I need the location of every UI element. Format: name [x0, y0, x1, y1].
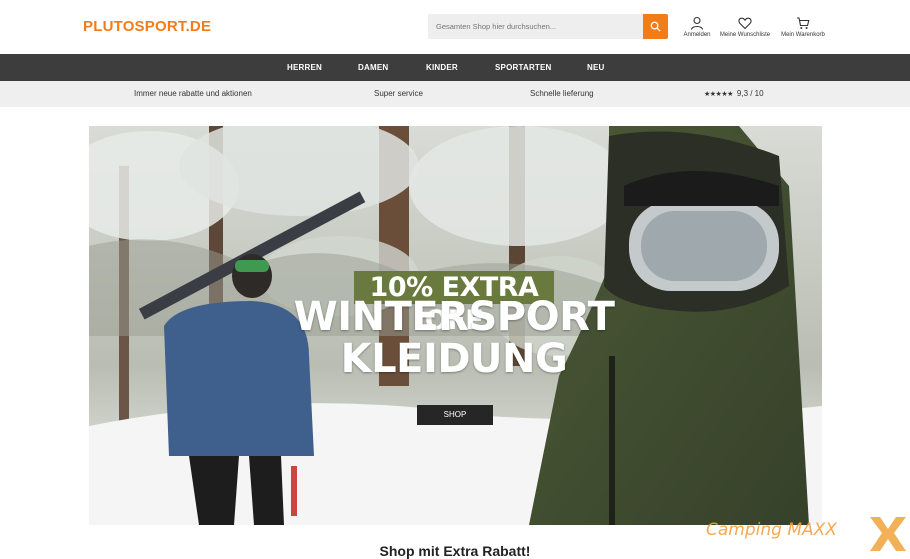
usp-item-service: Super service — [374, 89, 423, 98]
watermark-text: Camping MAXX — [706, 520, 837, 540]
search-icon — [650, 21, 661, 32]
usp-item-rabatte: Immer neue rabatte und aktionen — [134, 89, 252, 98]
search-button[interactable] — [643, 14, 668, 39]
cart-link[interactable]: Mein Warenkorb — [777, 16, 829, 38]
usp-bar: Immer neue rabatte und aktionen Super se… — [0, 81, 910, 107]
account-link[interactable]: Anmelden — [681, 16, 713, 38]
wishlist-label: Meine Wunschliste — [719, 32, 771, 38]
rating[interactable]: ★★★★★ 9,3 / 10 — [704, 81, 764, 107]
nav-item-herren[interactable]: HERREN — [287, 54, 322, 81]
nav-item-neu[interactable]: NEU — [587, 54, 605, 81]
rating-stars-icon: ★★★★★ — [704, 91, 733, 98]
heart-icon — [738, 17, 752, 30]
hero-title-line1: WINTERSPORT — [293, 294, 615, 340]
main-navigation: HERREN DAMEN KINDER SPORTARTEN NEU — [0, 54, 910, 81]
cart-icon — [797, 17, 810, 29]
shop-button[interactable]: SHOP — [417, 405, 493, 425]
usp-item-lieferung: Schnelle lieferung — [530, 89, 594, 98]
site-header: PLUTOSPORT.DE Anmelden Meine Wunschliste… — [0, 0, 910, 54]
search-bar — [428, 14, 668, 39]
hero-banner[interactable]: 10% EXTRA OFF WINTERSPORT KLEIDUNG SHOP — [89, 126, 822, 525]
user-icon — [690, 16, 704, 30]
nav-item-sportarten[interactable]: SPORTARTEN — [495, 54, 552, 81]
nav-item-damen[interactable]: DAMEN — [358, 54, 388, 81]
account-label: Anmelden — [683, 32, 711, 38]
rating-score: 9,3 / 10 — [736, 89, 764, 98]
wishlist-link[interactable]: Meine Wunschliste — [716, 16, 774, 38]
hero-title-line2: KLEIDUNG — [340, 336, 568, 382]
cart-label: Mein Warenkorb — [781, 32, 825, 38]
search-input[interactable] — [428, 14, 643, 39]
hero-title: WINTERSPORT KLEIDUNG — [279, 296, 629, 380]
nav-item-kinder[interactable]: KINDER — [426, 54, 458, 81]
site-logo[interactable]: PLUTOSPORT.DE — [83, 18, 211, 35]
